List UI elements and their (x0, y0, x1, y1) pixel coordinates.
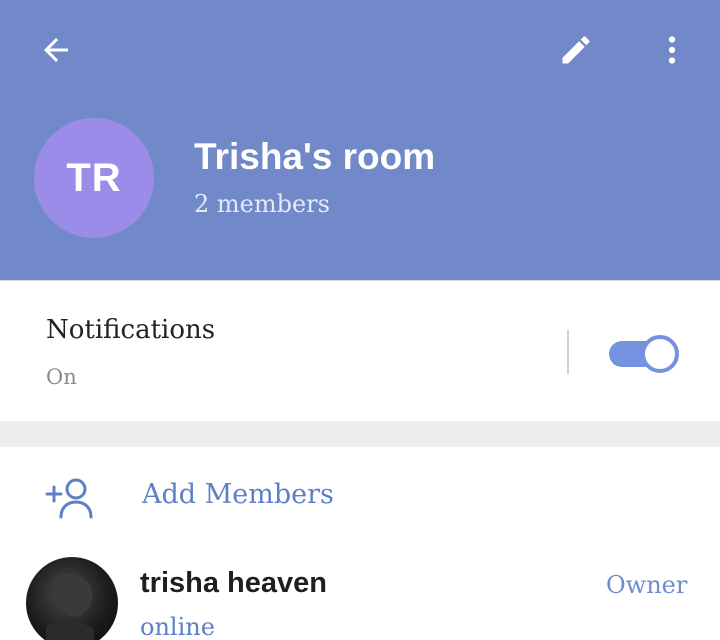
member-list-item[interactable]: trisha heaven online Owner (0, 547, 720, 640)
back-button[interactable] (28, 22, 84, 78)
more-vertical-icon (668, 36, 676, 64)
more-options-button[interactable] (644, 22, 700, 78)
notifications-toggle[interactable] (609, 335, 679, 373)
toggle-thumb (641, 335, 679, 373)
add-members-button[interactable]: Add Members (0, 447, 720, 547)
room-avatar[interactable]: TR (34, 118, 154, 238)
add-person-icon (45, 478, 93, 519)
member-status: online (140, 613, 215, 640)
notifications-label: Notifications (46, 315, 216, 345)
section-divider (0, 421, 720, 447)
arrow-left-icon (44, 38, 68, 62)
member-name: trisha heaven (140, 567, 327, 599)
add-members-label: Add Members (142, 479, 334, 510)
notifications-value: On (46, 365, 77, 389)
divider (567, 330, 569, 374)
notifications-row[interactable]: Notifications On (0, 280, 720, 421)
room-avatar-initials: TR (66, 155, 122, 200)
member-count: 2 members (194, 190, 330, 218)
edit-button[interactable] (548, 22, 604, 78)
member-role-badge: Owner (606, 571, 688, 599)
room-header: TR Trisha's room 2 members (0, 0, 720, 280)
room-title: Trisha's room (194, 136, 436, 177)
member-avatar (26, 557, 118, 640)
avatar-photo (46, 573, 94, 640)
pencil-icon (562, 36, 590, 64)
